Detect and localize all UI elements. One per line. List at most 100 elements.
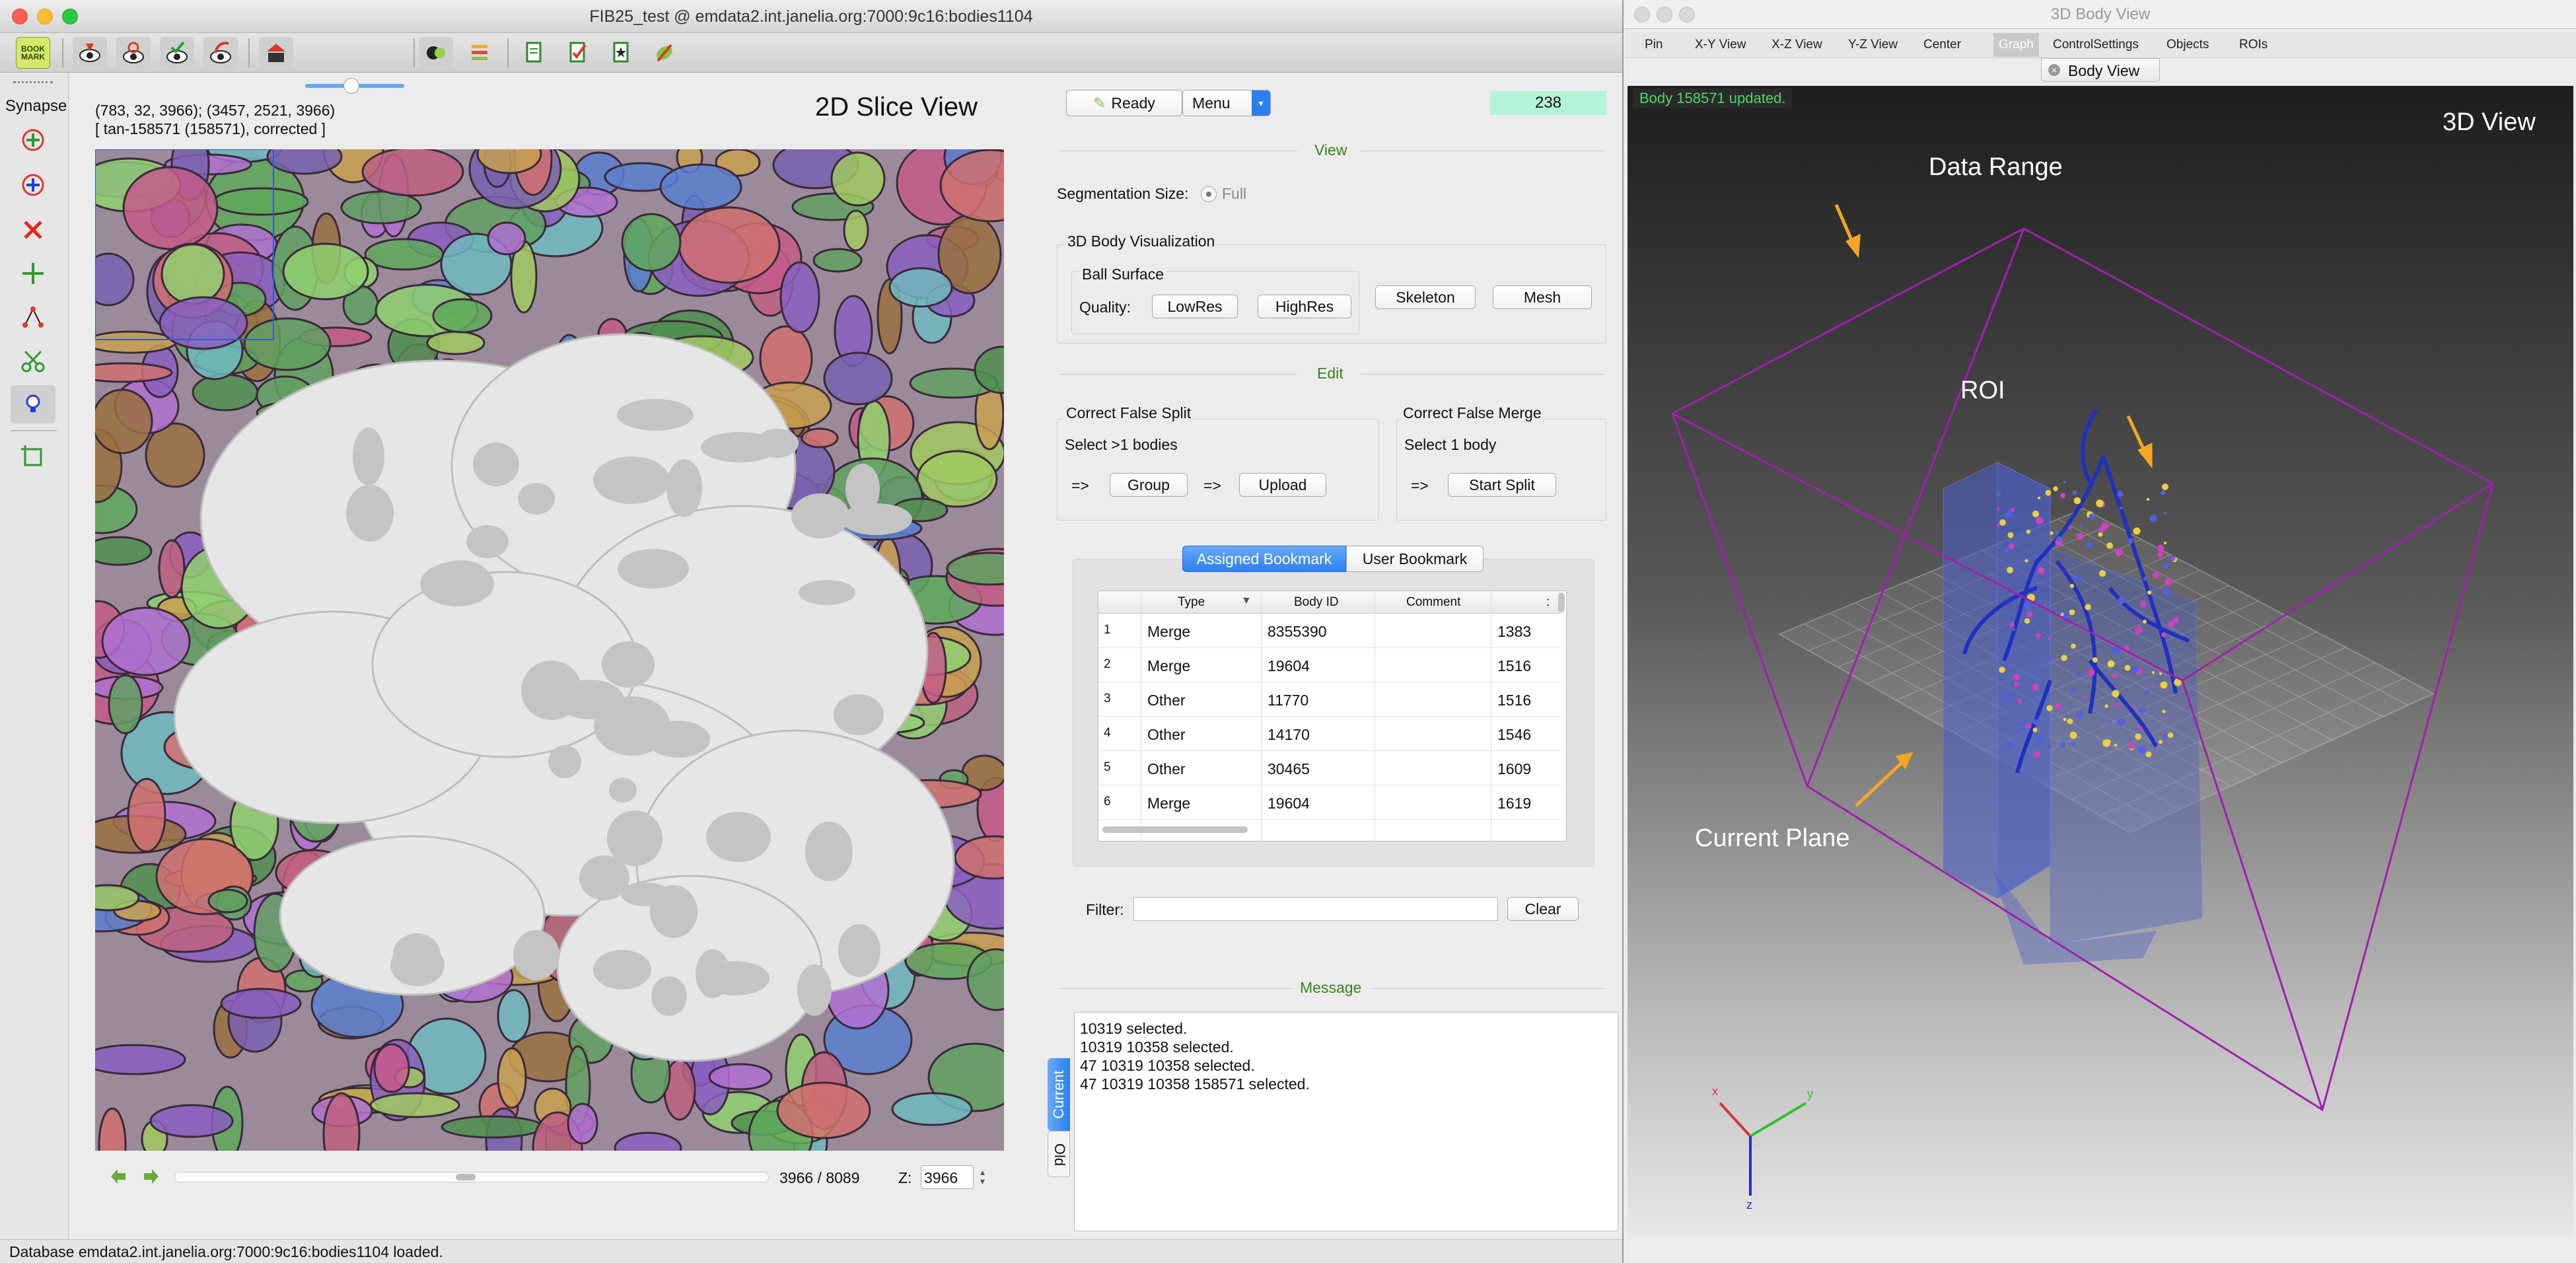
minimize-window-icon[interactable]: [1657, 7, 1672, 22]
skeleton-button[interactable]: Skeleton: [1375, 285, 1476, 309]
close-window-icon[interactable]: [1634, 7, 1650, 22]
clear-button[interactable]: Clear: [1507, 897, 1579, 921]
body-view-tab[interactable]: × Body View: [2041, 58, 2160, 82]
table-cell: 1: [1104, 623, 1111, 637]
zoom-slider-handle[interactable]: [343, 78, 359, 94]
add-green-icon[interactable]: [11, 121, 55, 159]
tab-user-bookmark[interactable]: User Bookmark: [1346, 546, 1484, 572]
seg-size-radio[interactable]: [1201, 186, 1217, 202]
z-spin-arrows-icon[interactable]: ▴ ▾: [980, 1167, 985, 1186]
annotation-roi: ROI: [1960, 377, 2005, 404]
tab-assigned-bookmark[interactable]: Assigned Bookmark: [1182, 546, 1346, 572]
3d-canvas[interactable]: x y z: [1628, 86, 2573, 1239]
table-vscroll[interactable]: [1558, 593, 1565, 612]
check-note-icon[interactable]: [560, 37, 594, 69]
view-tab[interactable]: Center: [1923, 33, 1961, 57]
menu-dropdown[interactable]: Menu ▾: [1182, 90, 1271, 116]
ready-button[interactable]: ✎ Ready: [1066, 90, 1182, 116]
z-value: 3966: [924, 1169, 958, 1186]
header-body-id[interactable]: Body ID: [1294, 595, 1339, 610]
eye-check-icon[interactable]: [160, 37, 194, 69]
tool-panel-grip: [13, 81, 53, 84]
link-icon[interactable]: [11, 298, 55, 336]
header-type[interactable]: Type: [1178, 595, 1205, 610]
slice-scrollbar-thumb[interactable]: [456, 1174, 476, 1180]
note-icon[interactable]: [517, 37, 551, 69]
view-tab[interactable]: Objects: [2166, 33, 2209, 57]
table-cell: Other: [1147, 692, 1186, 709]
layers-icon[interactable]: [462, 37, 497, 69]
table-cell: 6: [1104, 795, 1111, 809]
message-section-line-left: [1059, 988, 1293, 989]
view-tab[interactable]: Y-Z View: [1848, 33, 1898, 57]
table-row[interactable]: 6 Merge 19604 1619: [1098, 785, 1561, 820]
table-hscroll[interactable]: [1102, 826, 1248, 833]
maximize-window-icon[interactable]: [1679, 7, 1695, 22]
table-row[interactable]: 5 Other 30465 1609: [1098, 751, 1561, 785]
split-arrow-2: =>: [1203, 477, 1221, 494]
crop-icon[interactable]: [11, 438, 55, 476]
upload-button[interactable]: Upload: [1239, 473, 1326, 497]
view-tab[interactable]: X-Y View: [1695, 33, 1746, 57]
paint-icon[interactable]: [259, 37, 293, 69]
view-tab[interactable]: X-Z View: [1771, 33, 1822, 57]
delete-icon[interactable]: [11, 211, 55, 249]
view-section-title: View: [1314, 141, 1347, 159]
annotation-data-range: Data Range: [1929, 153, 2063, 181]
minimize-window-icon[interactable]: [37, 9, 53, 24]
close-window-icon[interactable]: [12, 9, 28, 24]
next-slice-icon[interactable]: [143, 1169, 159, 1184]
3d-scene: [1671, 204, 2494, 1196]
z-spinbox[interactable]: 3966 ▴ ▾: [921, 1165, 985, 1189]
table-row[interactable]: 2 Merge 19604 1516: [1098, 648, 1561, 682]
table-row[interactable]: 1 Merge 8355390 1383: [1098, 614, 1561, 648]
lowres-button[interactable]: LowRes: [1152, 295, 1238, 318]
view-tab[interactable]: ROIs: [2239, 33, 2268, 57]
highres-button[interactable]: HighRes: [1258, 295, 1351, 318]
tab-current[interactable]: Current: [1048, 1058, 1070, 1131]
axis-x-label: x: [1712, 1085, 1718, 1098]
close-tab-icon[interactable]: ×: [2048, 64, 2060, 76]
add-blue-icon[interactable]: [11, 166, 55, 204]
table-cell: 3: [1104, 692, 1111, 705]
tab-old[interactable]: Old: [1048, 1131, 1070, 1177]
toolbar-separator: [413, 38, 415, 67]
table-row[interactable]: 3 Other 11770 1516: [1098, 682, 1561, 717]
scissors-icon[interactable]: [11, 342, 55, 380]
main-toolbar: BOOK MARK: [0, 33, 1622, 94]
group-button[interactable]: Group: [1110, 473, 1188, 497]
message-box[interactable]: 10319 selected. 10319 10358 selected. 47 1…: [1074, 1012, 1618, 1231]
star-note-icon[interactable]: [604, 37, 638, 69]
false-merge-hint: Select 1 body: [1404, 436, 1497, 453]
bulb-icon[interactable]: [11, 385, 55, 423]
filter-input[interactable]: [1133, 897, 1498, 921]
eye-red-icon[interactable]: [73, 37, 107, 69]
table-row[interactable]: 4 Other 14170 1546: [1098, 717, 1561, 751]
eraser-icon[interactable]: [647, 37, 682, 69]
eye-slash-icon[interactable]: [203, 37, 238, 69]
maximize-window-icon[interactable]: [62, 9, 78, 24]
mesh-button[interactable]: Mesh: [1493, 285, 1592, 309]
eye-circle-icon[interactable]: [116, 37, 151, 69]
slice-canvas[interactable]: [95, 149, 1004, 1151]
body-icon[interactable]: [419, 37, 453, 69]
prev-slice-icon[interactable]: [111, 1169, 127, 1184]
message-line: 10319 selected.: [1080, 1020, 1188, 1037]
view-tab[interactable]: ControlSettings: [2053, 33, 2139, 57]
ready-check-icon: ✎: [1093, 94, 1106, 112]
header-comment[interactable]: Comment: [1406, 595, 1460, 610]
tool-panel-title: Synapse: [5, 97, 67, 115]
header-more[interactable]: :: [1546, 595, 1550, 610]
vis-group-title: 3D Body Visualization: [1065, 233, 1218, 250]
move-icon[interactable]: [11, 254, 55, 293]
message-line: 47 10319 10358 selected.: [1080, 1057, 1255, 1074]
table-cell: 1609: [1497, 760, 1532, 777]
filter-label: Filter:: [1086, 901, 1124, 918]
window-title-3d: 3D Body View: [1625, 0, 2576, 29]
bookmark-icon[interactable]: BOOK MARK: [16, 37, 50, 69]
edit-section-line-left: [1059, 374, 1297, 375]
view-tab[interactable]: Graph: [1993, 33, 2039, 57]
start-split-button[interactable]: Start Split: [1448, 473, 1556, 497]
merge-arrow: =>: [1411, 477, 1429, 494]
view-tab[interactable]: Pin: [1645, 33, 1663, 57]
